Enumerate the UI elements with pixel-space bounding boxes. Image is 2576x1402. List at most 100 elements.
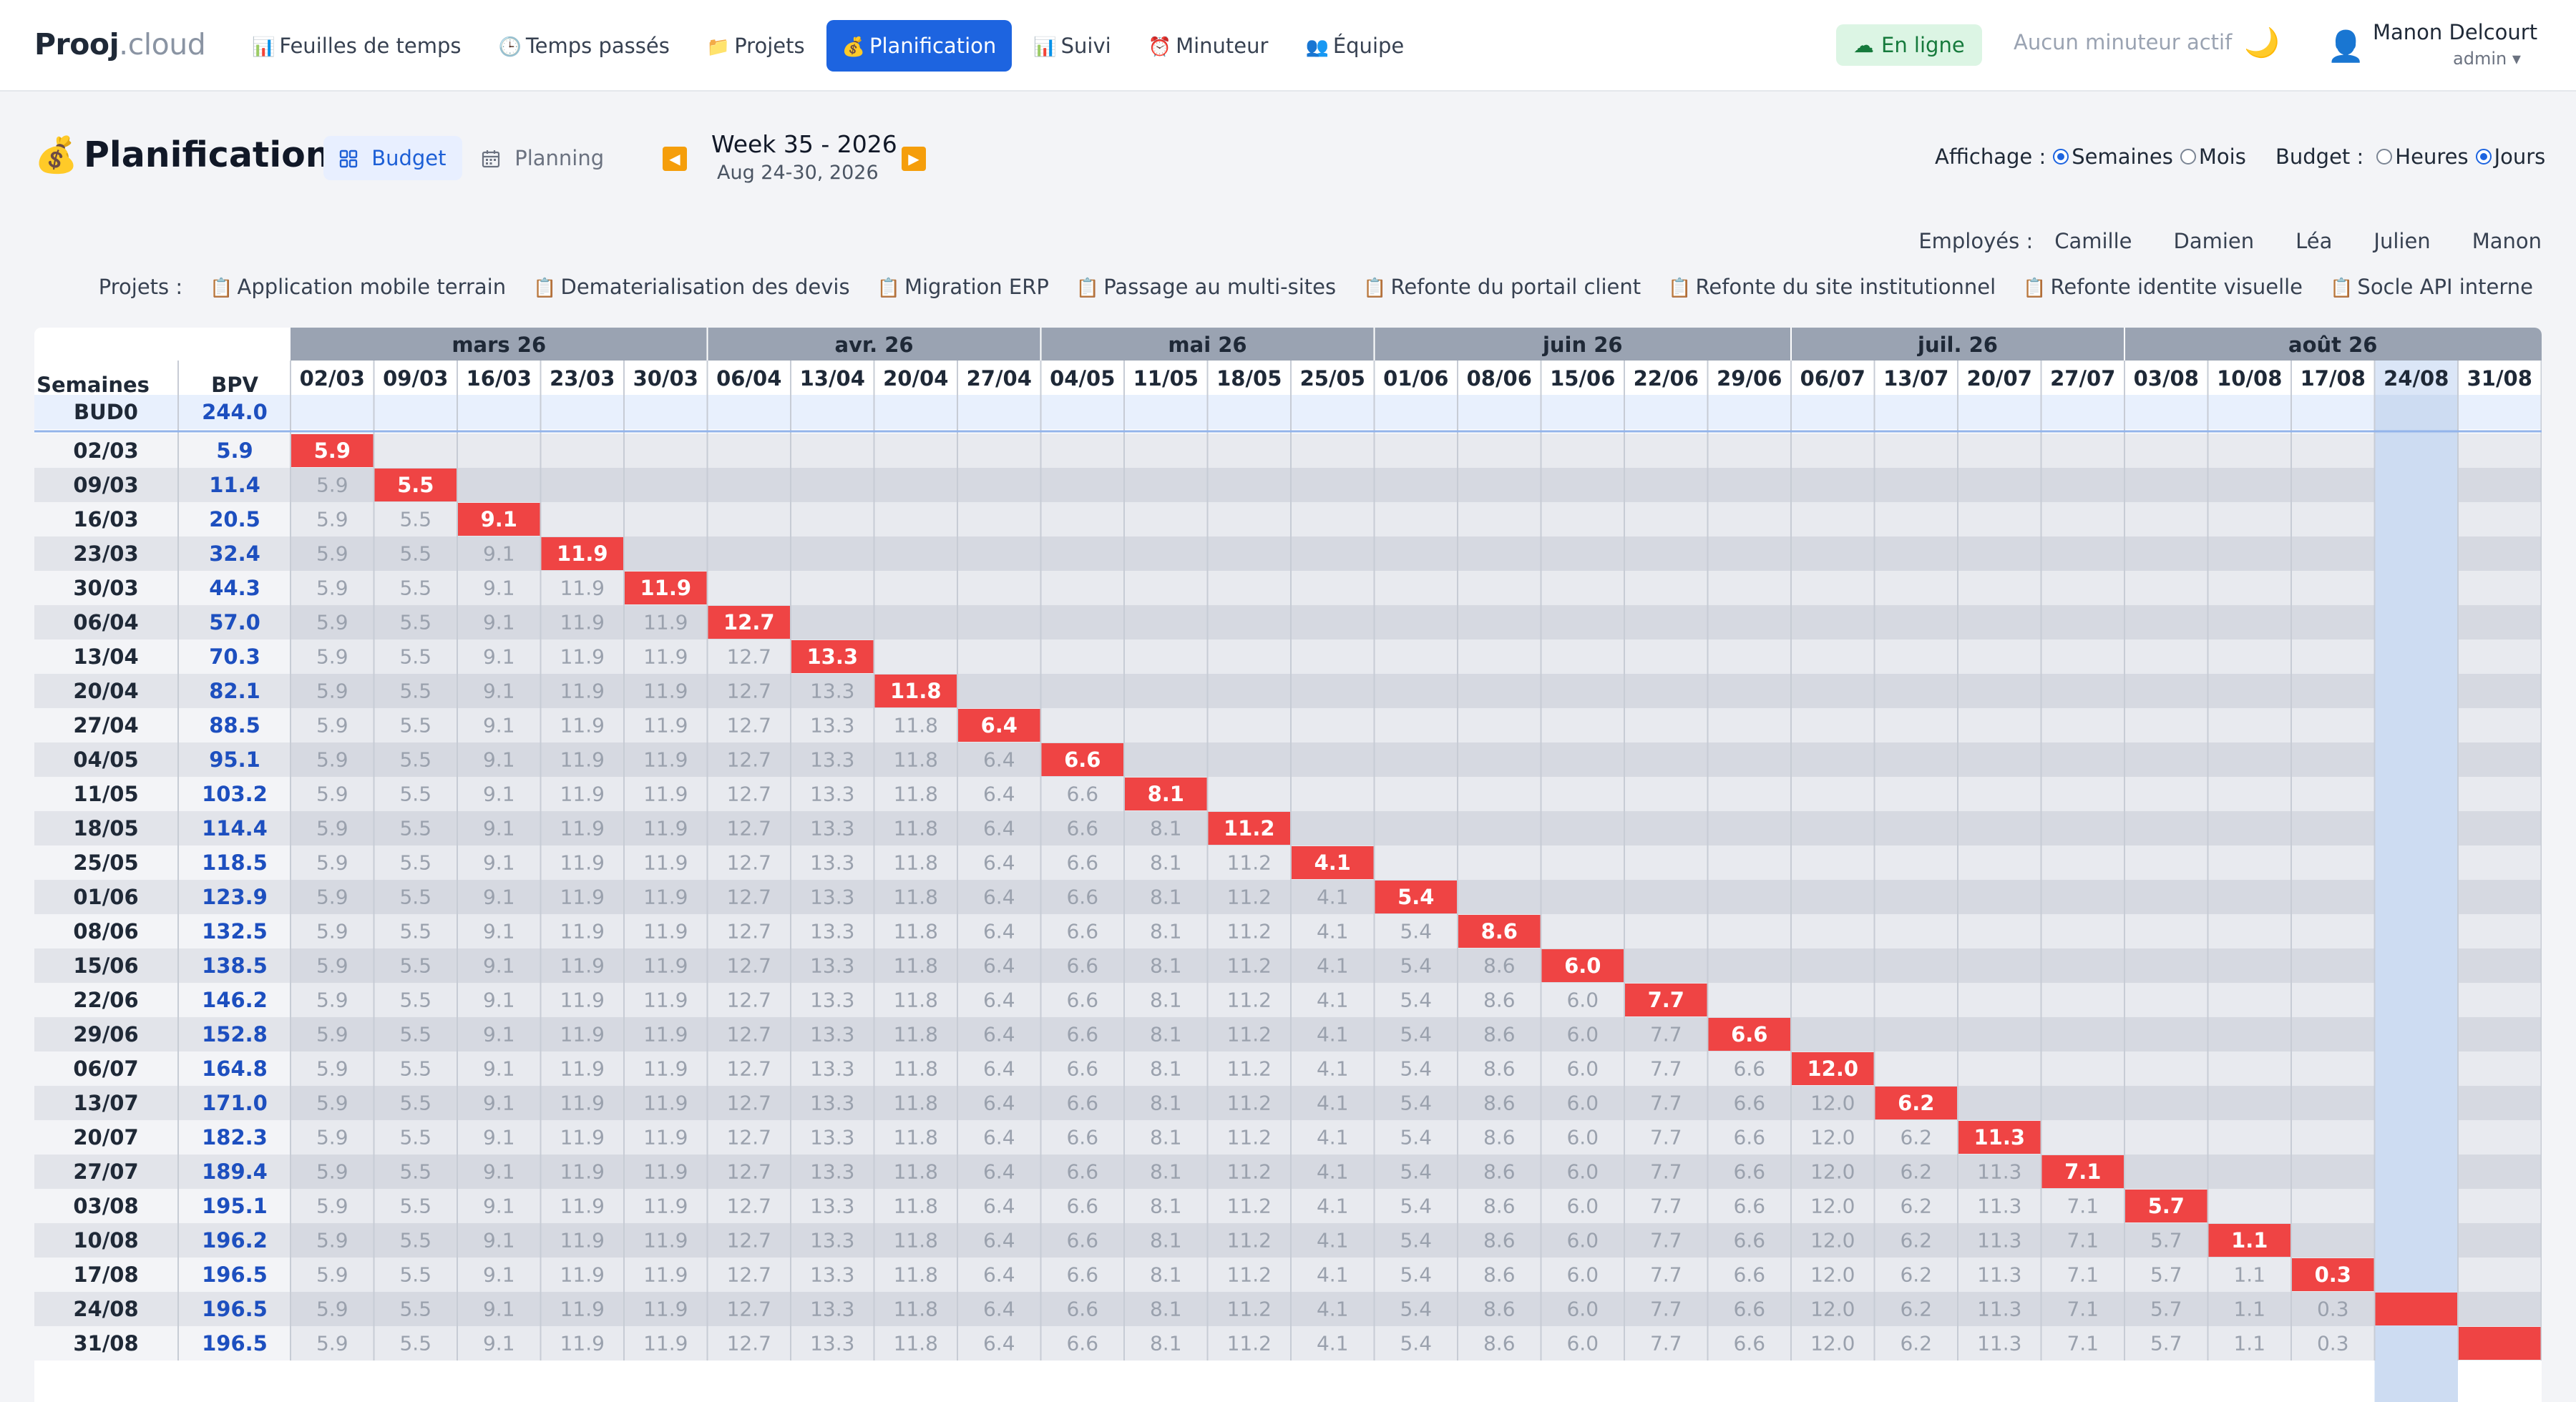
past-cell-value: 6.6 [1066, 1263, 1098, 1287]
past-cell-value: 11.2 [1227, 1263, 1272, 1287]
tab-planning-label: Planning [514, 146, 605, 170]
nav-item-6[interactable]: 👥 Équipe [1289, 20, 1420, 72]
budget-row-value: 244.0 [202, 400, 268, 424]
past-cell-value: 13.3 [810, 1126, 854, 1149]
past-cell-value: 11.8 [894, 1229, 938, 1253]
previous-week-button[interactable]: ◀ [663, 147, 687, 171]
past-cell-value: 6.4 [983, 1332, 1015, 1356]
week-column-header: 13/07 [1883, 366, 1948, 391]
project-filter-chip[interactable]: 📋 Socle API interne [2330, 275, 2533, 299]
past-cell-value: 11.9 [643, 1298, 688, 1321]
week-column-header: 25/05 [1300, 366, 1365, 391]
radio-heures[interactable]: Heures [2376, 144, 2469, 169]
past-cell-value: 11.8 [894, 748, 938, 772]
nav-item-5[interactable]: ⏰ Minuteur [1133, 20, 1284, 72]
planned-cell-value: 5.4 [1397, 885, 1434, 909]
tab-planning[interactable]: Planning [465, 136, 620, 180]
past-cell-value: 5.5 [399, 886, 431, 909]
radio-heures-dot[interactable] [2376, 149, 2393, 165]
planned-cell[interactable] [2375, 1293, 2458, 1325]
month-header-band [291, 328, 2542, 361]
row-week-label: 08/06 [73, 919, 138, 943]
week-column-header: 06/04 [716, 366, 781, 391]
radio-semaines-dot[interactable] [2053, 149, 2069, 165]
employee-filter-chip[interactable]: Julien [2373, 229, 2430, 253]
clipboard-icon: 📋 [2023, 278, 2046, 299]
past-cell-value: 5.9 [316, 1298, 348, 1321]
nav-item-3[interactable]: 💰 Planification [826, 20, 1013, 72]
planned-cell-value: 12.0 [1807, 1057, 1858, 1081]
past-cell-value: 5.7 [2150, 1229, 2182, 1253]
past-cell-value: 11.9 [560, 1160, 605, 1184]
past-cell-value: 6.0 [1566, 1057, 1599, 1081]
past-cell-value: 7.7 [1650, 1332, 1682, 1356]
week-column-header: 16/03 [467, 366, 532, 391]
week-column-header: 02/03 [300, 366, 365, 391]
project-filter-chip[interactable]: 📋 Refonte du site institutionnel [1668, 275, 1996, 299]
money-bag-icon: 💰 [34, 134, 79, 175]
past-cell-value: 6.0 [1566, 1160, 1599, 1184]
week-title: Week 35 - 2026 [711, 130, 897, 158]
week-column-header: 08/06 [1467, 366, 1532, 391]
row-week-label: 06/04 [73, 610, 138, 634]
past-cell-value: 1.1 [2233, 1298, 2265, 1321]
past-cell-value: 5.4 [1400, 1023, 1432, 1046]
user-role-dropdown[interactable]: admin ▾ [2453, 49, 2521, 69]
past-cell-value: 5.9 [316, 1092, 348, 1115]
week-column-header: 27/07 [2050, 366, 2115, 391]
employee-filter-chip[interactable]: Damien [2174, 229, 2255, 253]
radio-semaines[interactable]: Semaines [2053, 144, 2173, 169]
app-logo[interactable]: Prooj.cloud [34, 27, 206, 62]
row-bpv-value: 20.5 [209, 507, 260, 531]
employee-filter-chip[interactable]: Manon [2472, 229, 2542, 253]
week-column-header: 24/08 [2384, 366, 2449, 391]
project-filter-chip[interactable]: 📋 Application mobile terrain [210, 275, 506, 299]
employee-filter-chip[interactable]: Camille [2054, 229, 2132, 253]
past-cell-value: 8.6 [1483, 1195, 1516, 1218]
clipboard-icon: 📋 [877, 278, 900, 299]
project-filter-chip[interactable]: 📋 Migration ERP [877, 275, 1049, 299]
past-cell-value: 13.3 [810, 680, 854, 703]
active-timer-status[interactable]: Aucun minuteur actif [2014, 30, 2232, 54]
radio-jours[interactable]: Jours [2475, 144, 2545, 169]
past-cell-value: 6.4 [983, 954, 1015, 978]
project-filter-label: Passage au multi-sites [1103, 275, 1337, 299]
nav-item-0[interactable]: 📊 Feuilles de temps [236, 20, 477, 72]
past-cell-value: 9.1 [483, 954, 515, 978]
radio-mois-dot[interactable] [2180, 149, 2196, 165]
tab-budget[interactable]: Budget [323, 136, 462, 180]
past-cell-value: 11.2 [1227, 989, 1272, 1012]
month-header-label: juil. 26 [1917, 333, 1998, 357]
row-week-label: 30/03 [73, 576, 138, 600]
row-week-label: 22/06 [73, 988, 138, 1012]
dark-mode-toggle-icon[interactable]: 🌙 [2244, 26, 2280, 59]
past-cell-value: 9.1 [483, 611, 515, 634]
past-cell-value: 5.9 [316, 714, 348, 737]
past-cell-value: 11.9 [560, 1023, 605, 1046]
row-week-label: 01/06 [73, 885, 138, 909]
radio-jours-dot[interactable] [2475, 149, 2492, 165]
past-cell-value: 6.6 [1733, 1160, 1765, 1184]
project-filter-chip[interactable]: 📋 Refonte identite visuelle [2023, 275, 2303, 299]
planned-cell[interactable] [2459, 1327, 2541, 1360]
radio-mois[interactable]: Mois [2180, 144, 2246, 169]
past-cell-value: 4.1 [1317, 1160, 1349, 1184]
project-filter-chip[interactable]: 📋 Refonte du portail client [1363, 275, 1641, 299]
project-filter-chip[interactable]: 📋 Dematerialisation des devis [533, 275, 849, 299]
column-header-bpv: BPV [211, 373, 258, 397]
past-cell-value: 5.9 [316, 1195, 348, 1218]
grid-icon [339, 146, 364, 170]
past-cell-value: 8.1 [1150, 1023, 1182, 1046]
past-cell-value: 11.9 [560, 1195, 605, 1218]
next-week-button[interactable]: ▶ [902, 147, 926, 171]
employee-filter-chip[interactable]: Léa [2296, 229, 2332, 253]
past-cell-value: 9.1 [483, 1160, 515, 1184]
week-date-range: Aug 24-30, 2026 [717, 162, 879, 184]
past-cell-value: 6.6 [1066, 1298, 1098, 1321]
nav-item-4[interactable]: 📊 Suivi [1018, 20, 1126, 72]
nav-item-1[interactable]: 🕒 Temps passés [482, 20, 685, 72]
nav-item-2[interactable]: 📁 Projets [691, 20, 821, 72]
project-filter-chip[interactable]: 📋 Passage au multi-sites [1076, 275, 1336, 299]
cloud-icon: ☁ [1853, 33, 1874, 57]
past-cell-value: 5.9 [316, 1229, 348, 1253]
